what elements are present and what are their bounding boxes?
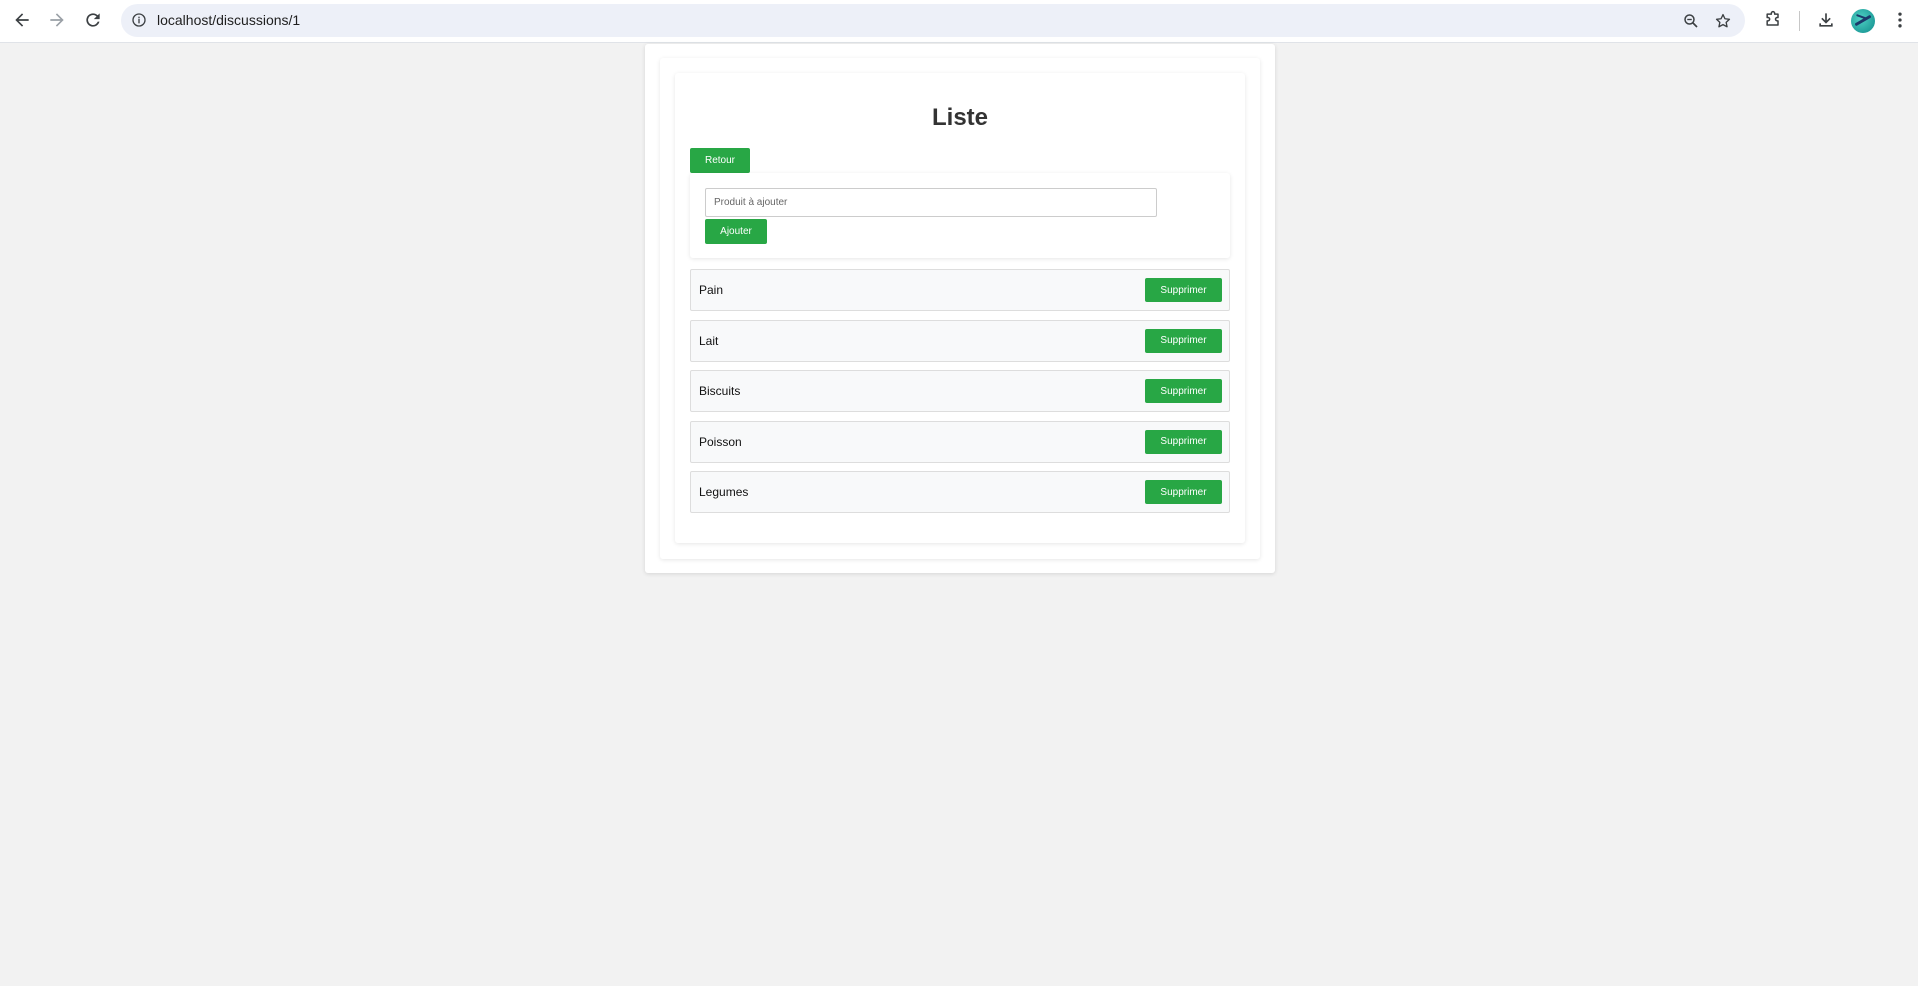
discussion-card: Liste Retour Ajouter Pain Supprimer Lait… bbox=[660, 58, 1260, 559]
back-button[interactable]: Retour bbox=[690, 148, 750, 173]
delete-button[interactable]: Supprimer bbox=[1145, 379, 1222, 403]
puzzle-icon[interactable] bbox=[1759, 6, 1787, 34]
forward-icon[interactable] bbox=[43, 6, 71, 34]
item-label: Legumes bbox=[699, 485, 749, 499]
list-item: Lait Supprimer bbox=[690, 319, 1230, 362]
zoom-icon[interactable] bbox=[1679, 9, 1703, 33]
item-label: Biscuits bbox=[699, 384, 741, 398]
address-bar[interactable]: localhost/discussions/1 bbox=[121, 4, 1745, 37]
download-icon[interactable] bbox=[1812, 6, 1840, 34]
list-item: Legumes Supprimer bbox=[690, 471, 1230, 513]
list-card: Liste Retour Ajouter Pain Supprimer Lait… bbox=[675, 73, 1245, 543]
item-label: Lait bbox=[699, 333, 719, 348]
back-icon[interactable] bbox=[8, 6, 36, 34]
page-container: Liste Retour Ajouter Pain Supprimer Lait… bbox=[645, 44, 1275, 573]
list-item: Pain Supprimer bbox=[690, 269, 1230, 311]
list-item: Biscuits Supprimer bbox=[690, 370, 1230, 412]
add-button[interactable]: Ajouter bbox=[705, 219, 767, 244]
delete-button[interactable]: Supprimer bbox=[1145, 480, 1222, 504]
url-text[interactable]: localhost/discussions/1 bbox=[157, 12, 300, 28]
list-item: Poisson Supprimer bbox=[690, 420, 1230, 463]
info-icon[interactable] bbox=[129, 10, 149, 30]
reload-icon[interactable] bbox=[79, 6, 107, 34]
item-label: Pain bbox=[699, 283, 724, 297]
item-label: Poisson bbox=[699, 434, 742, 449]
kebab-menu-icon[interactable] bbox=[1886, 6, 1914, 34]
page-title: Liste bbox=[931, 104, 988, 131]
delete-button[interactable]: Supprimer bbox=[1145, 429, 1222, 454]
browser-toolbar: localhost/discussions/1 bbox=[0, 0, 1918, 43]
add-product-form: Ajouter bbox=[690, 173, 1230, 258]
toolbar-divider bbox=[1799, 11, 1800, 31]
delete-button[interactable]: Supprimer bbox=[1145, 328, 1222, 353]
avatar[interactable] bbox=[1851, 9, 1875, 33]
product-list: Pain Supprimer Lait Supprimer Biscuits S… bbox=[690, 269, 1230, 522]
product-input[interactable] bbox=[705, 188, 1157, 217]
star-icon[interactable] bbox=[1711, 9, 1735, 33]
delete-button[interactable]: Supprimer bbox=[1145, 278, 1222, 302]
